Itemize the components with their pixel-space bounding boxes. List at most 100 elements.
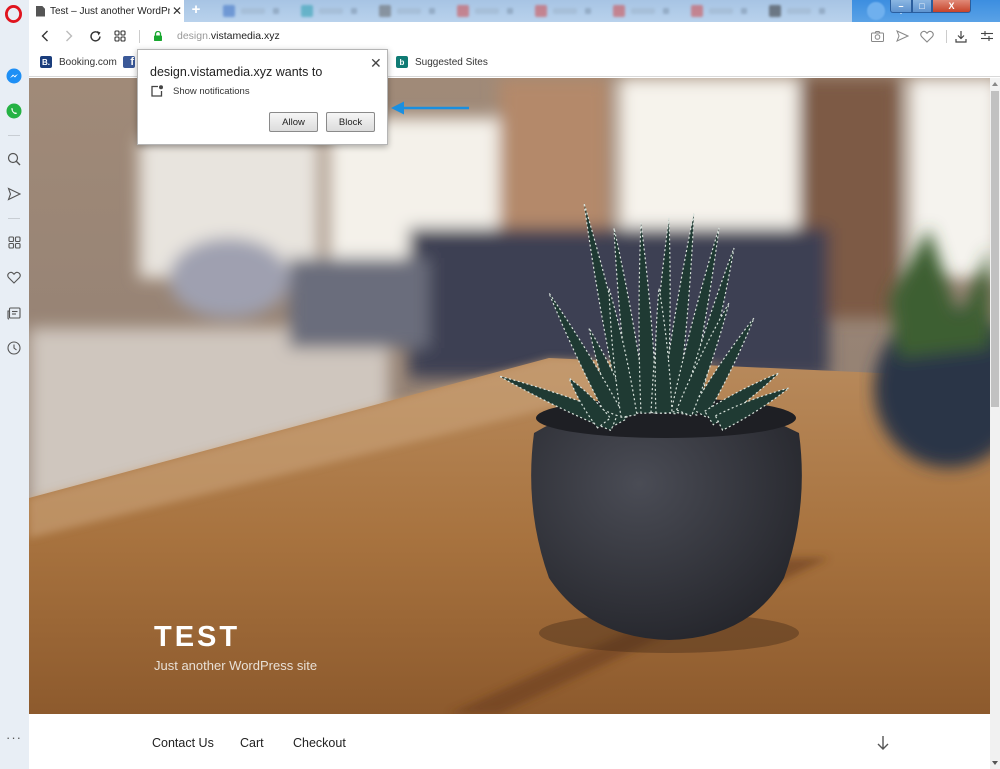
speed-dial-icon xyxy=(114,30,126,42)
tab-close-icon[interactable] xyxy=(429,8,435,14)
permission-label: Show notifications xyxy=(173,86,250,97)
opera-sidebar: ··· xyxy=(0,0,29,769)
popup-close-button[interactable]: ✕ xyxy=(370,55,382,72)
snapshot-button[interactable] xyxy=(870,29,884,43)
bookmark-label: Booking.com xyxy=(59,56,117,68)
block-button[interactable]: Block xyxy=(326,112,375,132)
tab-title xyxy=(709,8,733,14)
tab-title xyxy=(631,8,655,14)
download-icon xyxy=(955,30,967,43)
scroll-down-icon[interactable] xyxy=(876,734,890,752)
back-button[interactable] xyxy=(37,28,53,44)
tab-bar: Test – Just another WordPress site ✕ + xyxy=(29,0,1000,22)
scrollbar-thumb[interactable] xyxy=(991,91,999,407)
tab-active[interactable]: Test – Just another WordPress site ✕ xyxy=(29,0,184,22)
maximize-icon: □ xyxy=(919,1,925,11)
tab-close-icon[interactable] xyxy=(663,8,669,14)
forward-icon xyxy=(66,30,73,42)
hero-header-image: TEST Just another WordPress site xyxy=(29,78,990,714)
sidebar-more-button[interactable]: ··· xyxy=(6,730,22,745)
close-icon: X xyxy=(948,1,955,11)
tab-title xyxy=(475,8,499,14)
easy-setup-button[interactable] xyxy=(980,29,994,43)
reload-button[interactable] xyxy=(87,28,103,44)
forward-button[interactable] xyxy=(61,28,77,44)
news-icon[interactable] xyxy=(5,304,23,322)
search-icon[interactable] xyxy=(5,150,23,168)
tab-close-icon[interactable] xyxy=(585,8,591,14)
tab-favicon-icon xyxy=(223,5,235,17)
tab-favicon-icon xyxy=(457,5,469,17)
close-window-button[interactable]: X xyxy=(932,0,971,13)
background-tab[interactable] xyxy=(763,2,829,20)
background-tab[interactable] xyxy=(529,2,595,20)
divider xyxy=(139,30,140,43)
speed-dial-icon[interactable] xyxy=(5,233,23,251)
tab-title: Test – Just another WordPress site xyxy=(50,5,170,17)
background-tab[interactable] xyxy=(373,2,439,20)
minimize-icon: – xyxy=(898,1,904,11)
document-icon xyxy=(36,5,45,17)
send-icon[interactable] xyxy=(5,185,23,203)
tab-close-icon[interactable] xyxy=(741,8,747,14)
nav-checkout[interactable]: Checkout xyxy=(293,736,346,750)
easy-setup-icon xyxy=(981,31,993,41)
background-tab[interactable] xyxy=(607,2,673,20)
download-button[interactable] xyxy=(954,29,968,43)
hero-photo xyxy=(29,78,990,714)
web-page: TEST Just another WordPress site Contact… xyxy=(29,78,990,769)
back-icon xyxy=(41,30,48,42)
tab-close-icon[interactable]: ✕ xyxy=(170,4,184,18)
bing-icon: b xyxy=(396,56,408,68)
scroll-down-arrow-icon[interactable] xyxy=(992,761,998,765)
site-title[interactable]: TEST xyxy=(154,621,240,654)
site-tagline: Just another WordPress site xyxy=(154,658,318,673)
tab-close-icon[interactable] xyxy=(507,8,513,14)
heart-icon[interactable] xyxy=(5,268,23,286)
snapshot-icon xyxy=(870,30,884,42)
tab-title xyxy=(319,8,343,14)
url-domain: vistamedia.xyz xyxy=(210,30,280,42)
background-tab[interactable] xyxy=(217,2,283,20)
tab-close-icon[interactable] xyxy=(273,8,279,14)
opera-logo-icon[interactable] xyxy=(5,5,22,23)
background-tab[interactable] xyxy=(451,2,517,20)
bookmark-suggested-sites[interactable]: b Suggested Sites xyxy=(396,56,488,68)
background-tab[interactable] xyxy=(685,2,751,20)
tab-favicon-icon xyxy=(379,5,391,17)
easy-setup-button[interactable] xyxy=(867,2,885,20)
speed-dial-button[interactable] xyxy=(112,28,128,44)
tab-title xyxy=(787,8,811,14)
background-tab[interactable] xyxy=(295,2,361,20)
nav-cart[interactable]: Cart xyxy=(240,736,264,750)
divider xyxy=(946,30,947,43)
new-tab-button[interactable]: + xyxy=(189,2,203,17)
site-navigation: Contact Us Cart Checkout xyxy=(29,714,990,769)
scroll-up-arrow-icon[interactable] xyxy=(992,82,998,86)
messenger-icon[interactable] xyxy=(5,67,23,85)
heart-icon xyxy=(920,30,934,43)
reload-icon xyxy=(89,30,101,42)
maximize-button[interactable]: □ xyxy=(912,0,932,13)
allow-button[interactable]: Allow xyxy=(269,112,318,132)
nav-contact-us[interactable]: Contact Us xyxy=(152,736,214,750)
whatsapp-icon[interactable] xyxy=(5,102,23,120)
tab-favicon-icon xyxy=(769,5,781,17)
popup-title: design.vistamedia.xyz wants to xyxy=(150,65,323,79)
sidebar-divider xyxy=(8,218,20,219)
history-icon[interactable] xyxy=(5,339,23,357)
send-button[interactable] xyxy=(895,29,909,43)
tab-close-icon[interactable] xyxy=(351,8,357,14)
page-scrollbar[interactable] xyxy=(990,78,1000,769)
lock-icon[interactable] xyxy=(153,31,163,41)
booking-icon: B. xyxy=(40,56,52,68)
tab-favicon-icon xyxy=(613,5,625,17)
notification-permission-popup: design.vistamedia.xyz wants to ✕ Show no… xyxy=(137,49,388,145)
bookmark-heart-button[interactable] xyxy=(920,29,934,43)
bookmark-label: Suggested Sites xyxy=(415,56,488,68)
minimize-button[interactable]: – xyxy=(890,0,912,13)
bookmark-booking[interactable]: B. Booking.com xyxy=(40,56,117,68)
sidebar-divider xyxy=(8,135,20,136)
url-field[interactable]: design.vistamedia.xyz xyxy=(177,30,280,42)
tab-close-icon[interactable] xyxy=(819,8,825,14)
